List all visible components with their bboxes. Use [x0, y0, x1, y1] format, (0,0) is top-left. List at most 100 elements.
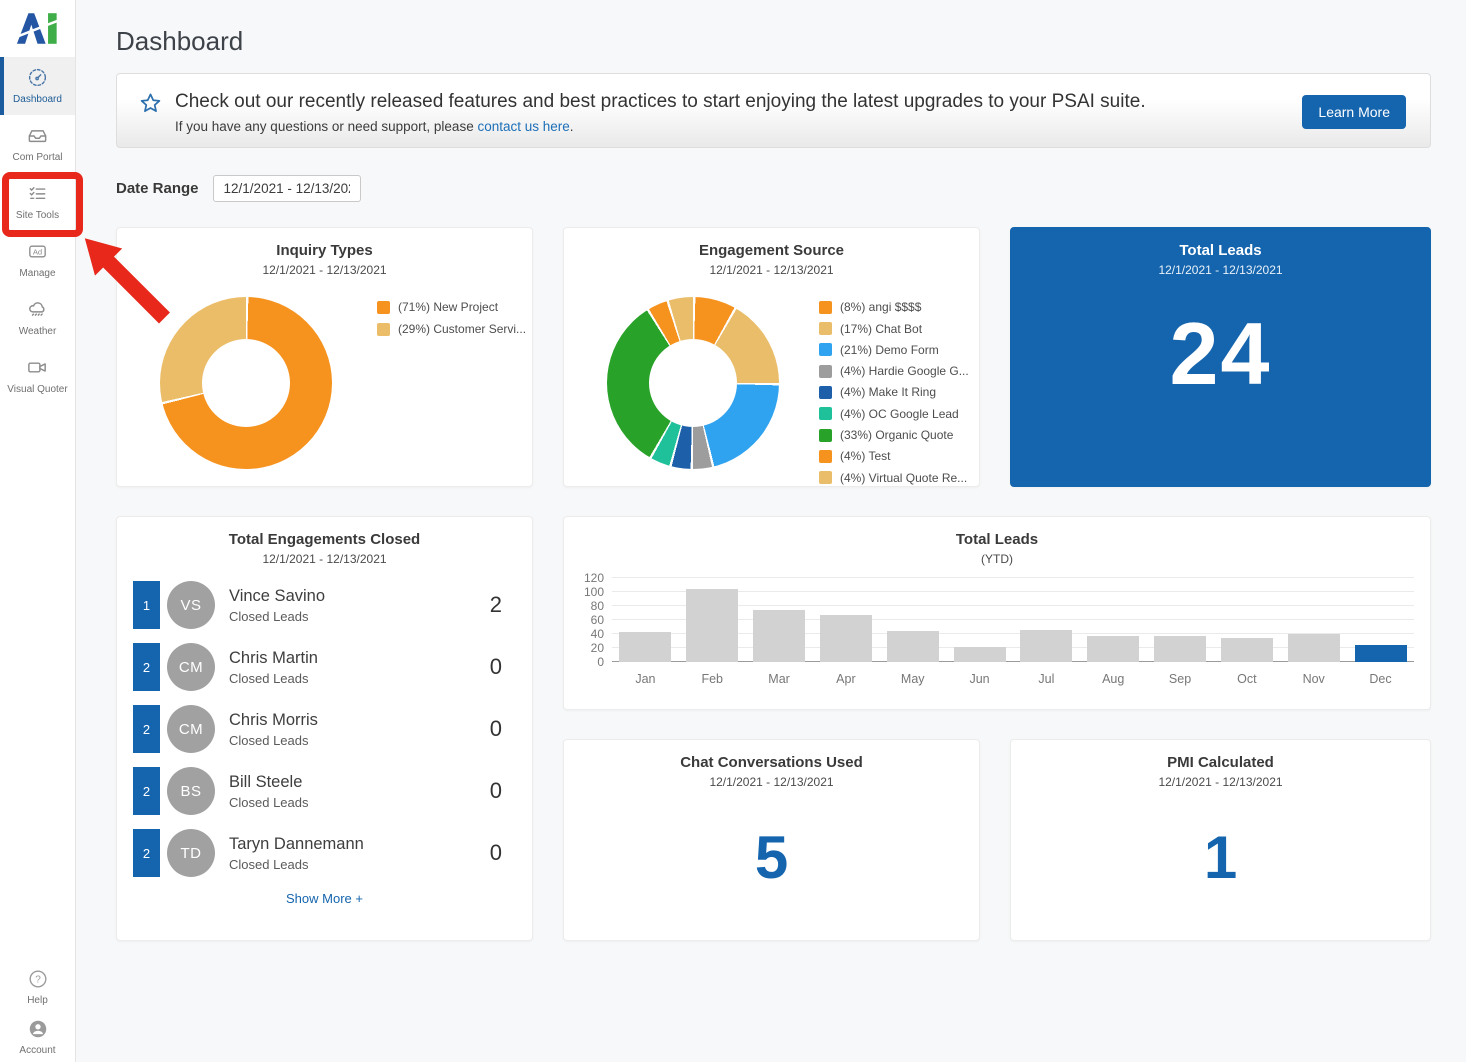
- rank-badge: 2: [133, 643, 160, 691]
- avatar: VS: [167, 581, 215, 629]
- legend-item[interactable]: (17%) Chat Bot: [819, 322, 969, 336]
- legend-label: (4%) Hardie Google G...: [840, 364, 969, 378]
- legend-item[interactable]: (4%) Test: [819, 449, 969, 463]
- legend-item[interactable]: (33%) Organic Quote: [819, 428, 969, 442]
- person-name: Chris Morris: [229, 711, 318, 730]
- legend-item[interactable]: (71%) New Project: [377, 300, 526, 314]
- sidebar-item-label: Help: [27, 995, 48, 1006]
- card-subtitle: (YTD): [564, 552, 1430, 566]
- sidebar-item-help[interactable]: ? Help: [0, 962, 75, 1012]
- legend-swatch: [377, 301, 390, 314]
- date-range-input[interactable]: [213, 175, 361, 202]
- learn-more-button[interactable]: Learn More: [1302, 95, 1406, 129]
- date-filter-row: Date Range: [116, 175, 1431, 202]
- bar-dec: [1355, 645, 1407, 662]
- sidebar-item-com-portal[interactable]: Com Portal: [0, 115, 75, 173]
- inquiry-types-legend: (71%) New Project (29%) Customer Servi...: [377, 297, 526, 469]
- bar-apr: [820, 615, 872, 663]
- engagement-pie-body: (8%) angi $$$$ (17%) Chat Bot (21%) Demo F…: [564, 277, 979, 487]
- person-info: Chris MartinClosed Leads: [229, 649, 318, 686]
- legend-item[interactable]: (4%) Hardie Google G...: [819, 364, 969, 378]
- sidebar: Dashboard Com Portal Site Tools Ad Manag…: [0, 0, 76, 1062]
- ai-logo-icon: [16, 12, 60, 45]
- sidebar-item-label: Dashboard: [13, 94, 62, 105]
- legend-item[interactable]: (4%) OC Google Lead: [819, 407, 969, 421]
- rank-badge: 2: [133, 705, 160, 753]
- show-more-link[interactable]: Show More +: [117, 891, 532, 906]
- avatar: BS: [167, 767, 215, 815]
- card-title: Inquiry Types: [117, 242, 532, 259]
- x-tick-label: May: [887, 672, 939, 686]
- sidebar-item-site-tools[interactable]: Site Tools: [0, 173, 75, 231]
- sidebar-item-label: Weather: [19, 326, 57, 337]
- support-suffix: .: [570, 119, 574, 134]
- x-tick-label: Dec: [1355, 672, 1407, 686]
- video-camera-icon: [26, 356, 49, 379]
- card-title: Chat Conversations Used: [564, 754, 979, 771]
- ytd-y-axis: 020406080100120: [576, 578, 612, 662]
- closed-leads-count: 2: [490, 592, 516, 618]
- legend-item[interactable]: (4%) Make It Ring: [819, 385, 969, 399]
- ytd-x-labels: JanFebMarAprMayJunJulAugSepOctNovDec: [612, 672, 1414, 686]
- sidebar-item-account[interactable]: Account: [0, 1012, 75, 1062]
- y-tick-label: 0: [597, 655, 604, 669]
- legend-label: (8%) angi $$$$: [840, 300, 921, 314]
- rank-badge: 2: [133, 829, 160, 877]
- x-tick-label: Jul: [1020, 672, 1072, 686]
- contact-us-link[interactable]: contact us here: [477, 119, 569, 134]
- engagement-row: 2CMChris MorrisClosed Leads0: [133, 705, 516, 753]
- legend-item[interactable]: (4%) Virtual Quote Re...: [819, 471, 969, 485]
- engagement-source-card: Engagement Source 12/1/2021 - 12/13/2021…: [563, 227, 980, 487]
- app-logo[interactable]: [0, 0, 75, 57]
- metric-label: Closed Leads: [229, 857, 364, 872]
- bar-mar: [753, 610, 805, 663]
- bar-may: [887, 631, 939, 663]
- legend-swatch: [819, 322, 832, 335]
- sidebar-item-dashboard[interactable]: Dashboard: [0, 57, 75, 115]
- ytd-plot: [612, 578, 1414, 662]
- engagements-list: 1VSVince SavinoClosed Leads22CMChris Mar…: [117, 566, 532, 877]
- card-subtitle: 12/1/2021 - 12/13/2021: [1011, 775, 1430, 789]
- sidebar-item-visual-quoter[interactable]: Visual Quoter: [0, 347, 75, 405]
- date-range-label: Date Range: [116, 180, 199, 197]
- card-subtitle: 12/1/2021 - 12/13/2021: [117, 263, 532, 277]
- bar-jul: [1020, 630, 1072, 662]
- legend-swatch: [819, 301, 832, 314]
- sidebar-item-weather[interactable]: Weather: [0, 289, 75, 347]
- legend-label: (4%) OC Google Lead: [840, 407, 959, 421]
- person-info: Chris MorrisClosed Leads: [229, 711, 318, 748]
- chat-conversations-value: 5: [564, 823, 979, 892]
- rank-badge: 2: [133, 767, 160, 815]
- account-icon: [27, 1018, 49, 1040]
- svg-text:?: ?: [35, 974, 41, 985]
- x-tick-label: Aug: [1087, 672, 1139, 686]
- sidebar-footer: ? Help Account: [0, 962, 75, 1062]
- x-tick-label: Nov: [1288, 672, 1340, 686]
- legend-item[interactable]: (29%) Customer Servi...: [377, 322, 526, 336]
- sidebar-item-manage[interactable]: Ad Manage: [0, 231, 75, 289]
- x-tick-label: Feb: [686, 672, 738, 686]
- bar-aug: [1087, 636, 1139, 663]
- chat-conversations-card: Chat Conversations Used 12/1/2021 - 12/1…: [563, 739, 980, 941]
- weather-cloud-icon: [26, 298, 49, 321]
- metric-label: Closed Leads: [229, 795, 309, 810]
- engagement-row: 2CMChris MartinClosed Leads0: [133, 643, 516, 691]
- card-title: Total Engagements Closed: [117, 531, 532, 548]
- x-tick-label: Mar: [753, 672, 805, 686]
- inquiry-types-card: Inquiry Types 12/1/2021 - 12/13/2021 (71…: [116, 227, 533, 487]
- sidebar-item-label: Account: [19, 1045, 55, 1056]
- legend-swatch: [377, 323, 390, 336]
- x-tick-label: Sep: [1154, 672, 1206, 686]
- person-info: Taryn DannemannClosed Leads: [229, 835, 364, 872]
- rank-badge: 1: [133, 581, 160, 629]
- x-tick-label: Apr: [820, 672, 872, 686]
- page-title: Dashboard: [116, 26, 1431, 57]
- y-tick-label: 80: [591, 599, 604, 613]
- legend-item[interactable]: (21%) Demo Form: [819, 343, 969, 357]
- inquiry-types-donut-chart: [160, 297, 332, 469]
- announcement-banner: Check out our recently released features…: [116, 73, 1431, 148]
- closed-leads-count: 0: [490, 840, 516, 866]
- y-tick-label: 60: [591, 613, 604, 627]
- card-subtitle: 12/1/2021 - 12/13/2021: [564, 263, 979, 277]
- legend-item[interactable]: (8%) angi $$$$: [819, 300, 969, 314]
